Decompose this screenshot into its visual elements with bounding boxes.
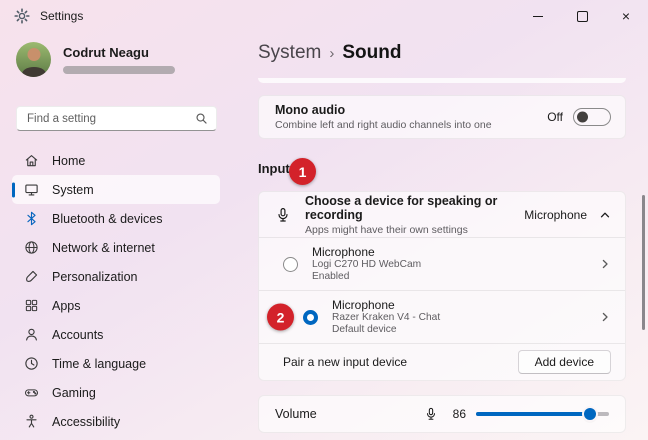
titlebar: Settings × [0,0,648,32]
device-name: Microphone [332,297,395,312]
sidebar-item-accessibility[interactable]: Accessibility [12,407,220,436]
sidebar-item-label: Time & language [52,356,147,371]
breadcrumb: System › Sound [258,42,401,64]
input-section-label: Input [258,161,290,176]
globe-icon [24,240,39,255]
user-email-redacted [63,65,175,74]
clock-icon [24,356,39,371]
page-title: Sound [342,42,402,63]
input-section-header: Input 1 [258,158,626,185]
input-device-description: Apps might have their own settings [305,223,468,236]
search-input[interactable] [25,111,195,126]
close-button[interactable]: × [604,0,648,32]
scrollbar[interactable] [642,78,645,436]
user-profile[interactable]: Codrut Neagu [16,42,175,77]
device-model: Logi C270 HD WebCam [312,258,422,270]
previous-card-edge [258,78,626,83]
chevron-right-icon[interactable] [599,311,611,323]
sidebar-item-bluetooth-devices[interactable]: Bluetooth & devices [12,204,220,233]
maximize-icon [576,10,588,22]
toggle-knob [577,111,588,123]
breadcrumb-separator-icon: › [329,45,335,62]
device-status: Default device [332,323,397,335]
sidebar-item-label: Accessibility [52,414,121,429]
annotation-badge-2: 2 [267,303,294,331]
search-box[interactable] [16,106,217,131]
radio-selected[interactable] [303,309,318,325]
brush-icon [24,269,39,284]
sidebar-item-label: System [52,182,94,197]
settings-cards: Mono audio Combine left and right audio … [258,78,626,433]
sidebar-item-network-internet[interactable]: Network & internet [12,233,220,262]
device-row-logi-webcam[interactable]: Microphone Logi C270 HD WebCam Enabled [259,237,625,290]
add-device-button[interactable]: Add device [517,350,611,374]
breadcrumb-root[interactable]: System [258,42,321,64]
sidebar-item-label: Network & internet [52,240,155,255]
sidebar-item-home[interactable]: Home [12,146,220,175]
settings-gear-icon [14,8,30,24]
mono-audio-toggle[interactable] [573,108,611,126]
home-icon [24,153,39,168]
apps-grid-icon [24,298,39,313]
device-row-razer-kraken[interactable]: 2 Microphone Razer Kraken V4 - Chat Defa… [259,290,625,343]
annotation-badge-1: 1 [289,158,316,185]
mono-audio-description: Combine left and right audio channels in… [275,119,492,131]
sidebar-item-time-language[interactable]: Time & language [12,349,220,378]
sidebar-item-label: Apps [52,298,81,313]
device-name: Microphone [312,244,375,259]
caption-buttons: × [516,0,648,32]
mono-audio-state-label: Off [547,110,563,124]
sidebar-item-system[interactable]: System [12,175,220,204]
sidebar: Codrut Neagu Home [0,32,232,440]
gamepad-icon [24,385,39,400]
person-icon [24,327,39,342]
volume-mic-icon [424,407,438,421]
pair-device-label: Pair a new input device [283,355,408,369]
user-name: Codrut Neagu [63,44,149,60]
bluetooth-icon [24,211,39,226]
device-status: Enabled [312,270,350,282]
sidebar-item-label: Home [52,153,86,168]
close-icon: × [621,8,631,24]
sidebar-item-apps[interactable]: Apps [12,291,220,320]
sidebar-item-accounts[interactable]: Accounts [12,320,220,349]
minimize-icon [533,15,543,17]
maximize-button[interactable] [560,0,604,32]
microphone-icon [275,207,291,223]
input-device-expander: Choose a device for speaking or recordin… [258,191,626,381]
sidebar-item-label: Personalization [52,269,138,284]
sidebar-item-label: Gaming [52,385,96,400]
selected-accent-bar [12,182,15,197]
window-title: Settings [40,9,84,23]
selected-input-device: Microphone [524,207,587,222]
search-icon [195,112,208,125]
volume-slider-thumb[interactable] [584,408,597,420]
sidebar-item-personalization[interactable]: Personalization [12,262,220,291]
device-model: Razer Kraken V4 - Chat [332,311,441,323]
mono-audio-card: Mono audio Combine left and right audio … [258,95,626,139]
mono-audio-title: Mono audio [275,103,346,117]
volume-slider[interactable] [476,408,609,420]
scrollbar-thumb[interactable] [642,195,645,330]
chevron-right-icon[interactable] [599,258,611,270]
chevron-up-icon[interactable] [599,209,611,221]
sidebar-item-gaming[interactable]: Gaming [12,378,220,407]
system-icon [24,182,39,197]
volume-value: 86 [452,407,466,421]
avatar [16,42,51,77]
sidebar-item-label: Accounts [52,327,104,342]
radio-unselected[interactable] [283,256,298,272]
sidebar-item-label: Bluetooth & devices [52,211,163,226]
main-content: System › Sound Mono audio Combine left a… [232,32,648,440]
accessibility-icon [24,414,39,429]
input-device-header[interactable]: Choose a device for speaking or recordin… [259,192,625,237]
volume-card: Volume 86 [258,395,626,433]
settings-window: Settings × Codrut Neagu Find a setting H… [0,0,648,440]
volume-slider-fill [476,408,597,420]
sidebar-nav: Home System Bluetooth & devices Network … [12,146,220,436]
minimize-button[interactable] [516,0,560,32]
pair-device-row: Pair a new input device Add device [259,343,625,380]
volume-label: Volume [275,407,317,421]
input-device-title: Choose a device for speaking or recordin… [305,193,498,222]
